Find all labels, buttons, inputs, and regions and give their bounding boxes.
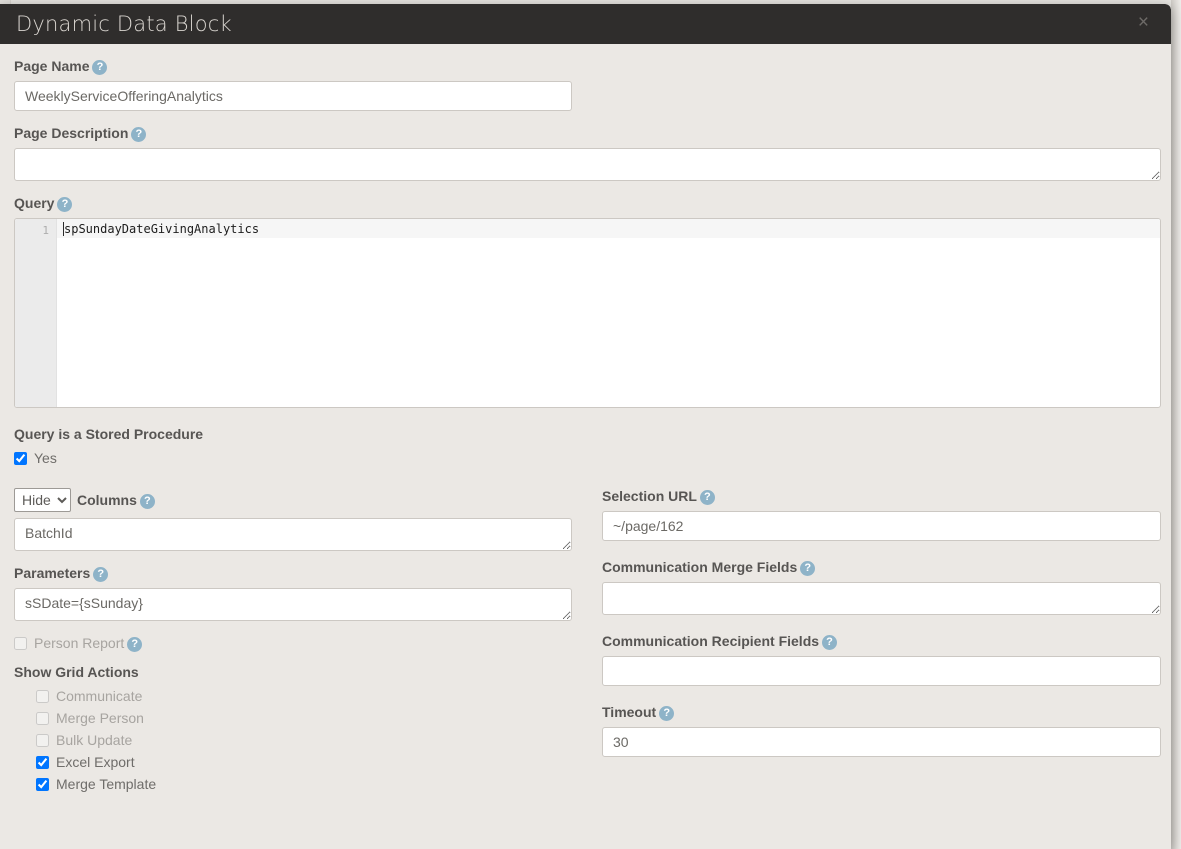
stored-procedure-field: Query is a Stored Procedure Yes [14, 426, 1161, 466]
show-grid-actions-label: Show Grid Actions [14, 664, 572, 680]
help-icon[interactable]: ? [140, 494, 155, 509]
communication-recipient-fields-field: Communication Recipient Fields? [602, 633, 1161, 686]
left-column: Hide Columns? BatchId Parameters? sSDate… [14, 488, 572, 798]
grid-action-bulk-update-checkbox[interactable] [36, 734, 49, 747]
modal-body: Page Name? Page Description? Query? 1 sp… [0, 44, 1171, 849]
grid-action-merge-person-checkbox[interactable] [36, 712, 49, 725]
timeout-label: Timeout? [602, 704, 1161, 721]
help-icon[interactable]: ? [92, 60, 107, 75]
help-icon[interactable]: ? [131, 127, 146, 142]
grid-action-label[interactable]: Excel Export [56, 754, 135, 770]
page-description-label: Page Description? [14, 125, 1161, 142]
stored-procedure-row: Yes [14, 450, 1161, 466]
stored-procedure-checkbox-label[interactable]: Yes [34, 450, 57, 466]
settings-columns: Hide Columns? BatchId Parameters? sSDate… [14, 488, 1161, 798]
person-report-checkbox[interactable] [14, 637, 27, 650]
modal-header: Dynamic Data Block × [0, 4, 1171, 44]
query-line-number: 1 [42, 224, 49, 237]
parameters-field: Parameters? sSDate={sSunday} [14, 565, 572, 621]
stored-procedure-label: Query is a Stored Procedure [14, 426, 1161, 442]
communication-merge-fields-label: Communication Merge Fields? [602, 559, 1161, 576]
grid-action-merge-template: Merge Template [36, 776, 572, 792]
query-label: Query? [14, 195, 1161, 212]
help-icon[interactable]: ? [127, 637, 142, 652]
right-column: Selection URL? Communication Merge Field… [602, 488, 1161, 798]
page-name-input[interactable] [14, 81, 572, 111]
columns-mode-select[interactable]: Hide [14, 488, 71, 512]
help-icon[interactable]: ? [57, 197, 72, 212]
show-grid-actions-list: Communicate Merge Person Bulk Update Exc… [36, 688, 572, 792]
background-right-edge [1171, 0, 1181, 849]
person-report-label: Person Report? [34, 635, 142, 652]
grid-action-label[interactable]: Merge Template [56, 776, 156, 792]
columns-label: Columns? [77, 492, 155, 509]
grid-action-bulk-update: Bulk Update [36, 732, 572, 748]
parameters-textarea[interactable]: sSDate={sSunday} [14, 588, 572, 621]
grid-action-excel-export: Excel Export [36, 754, 572, 770]
query-line-gutter: 1 [15, 219, 57, 407]
columns-mode-row: Hide Columns? [14, 488, 572, 512]
page-description-field: Page Description? [14, 125, 1161, 181]
page-name-label: Page Name? [14, 58, 1161, 75]
grid-action-excel-export-checkbox[interactable] [36, 756, 49, 769]
parameters-label: Parameters? [14, 565, 572, 582]
communication-recipient-fields-label: Communication Recipient Fields? [602, 633, 1161, 650]
communication-merge-fields-textarea[interactable] [602, 582, 1161, 615]
close-icon[interactable]: × [1138, 13, 1149, 32]
grid-action-merge-person: Merge Person [36, 710, 572, 726]
communication-merge-fields-field: Communication Merge Fields? [602, 559, 1161, 615]
grid-action-label: Communicate [56, 688, 142, 704]
stored-procedure-checkbox[interactable] [14, 452, 27, 465]
columns-textarea[interactable]: BatchId [14, 518, 572, 551]
selection-url-label: Selection URL? [602, 488, 1161, 505]
query-field: Query? 1 spSundayDateGivingAnalytics [14, 195, 1161, 408]
help-icon[interactable]: ? [822, 635, 837, 650]
dynamic-data-block-modal: Dynamic Data Block × Page Name? Page Des… [0, 4, 1171, 849]
selection-url-field: Selection URL? [602, 488, 1161, 541]
page-name-field: Page Name? [14, 58, 1161, 111]
grid-action-merge-template-checkbox[interactable] [36, 778, 49, 791]
help-icon[interactable]: ? [93, 567, 108, 582]
grid-action-communicate: Communicate [36, 688, 572, 704]
query-code-editor[interactable]: 1 spSundayDateGivingAnalytics [14, 218, 1161, 408]
person-report-row: Person Report? [14, 635, 572, 652]
timeout-input[interactable] [602, 727, 1161, 757]
timeout-field: Timeout? [602, 704, 1161, 757]
query-code-text: spSundayDateGivingAnalytics [64, 222, 259, 236]
help-icon[interactable]: ? [659, 706, 674, 721]
grid-action-label: Merge Person [56, 710, 144, 726]
grid-action-communicate-checkbox[interactable] [36, 690, 49, 703]
grid-action-label: Bulk Update [56, 732, 132, 748]
selection-url-input[interactable] [602, 511, 1161, 541]
help-icon[interactable]: ? [700, 490, 715, 505]
help-icon[interactable]: ? [800, 561, 815, 576]
communication-recipient-fields-input[interactable] [602, 656, 1161, 686]
page-title: Dynamic Data Block [16, 12, 232, 36]
page-description-textarea[interactable] [14, 148, 1161, 181]
